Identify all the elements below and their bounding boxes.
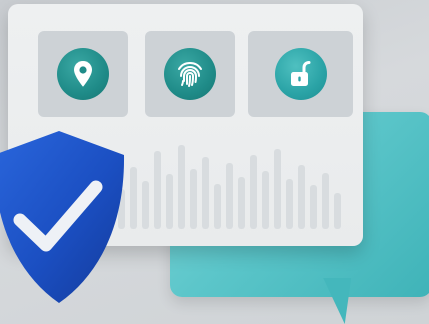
location-pin-icon bbox=[57, 48, 109, 100]
sound-wave bbox=[118, 139, 358, 229]
fingerprint-icon bbox=[164, 48, 216, 100]
location-tile bbox=[38, 31, 128, 117]
security-illustration bbox=[0, 0, 429, 324]
chat-bubble-tail bbox=[316, 278, 352, 324]
fingerprint-tile bbox=[145, 31, 235, 117]
unlock-tile bbox=[248, 31, 353, 117]
shield-check-icon bbox=[0, 131, 125, 303]
unlocked-padlock-icon bbox=[274, 48, 327, 100]
